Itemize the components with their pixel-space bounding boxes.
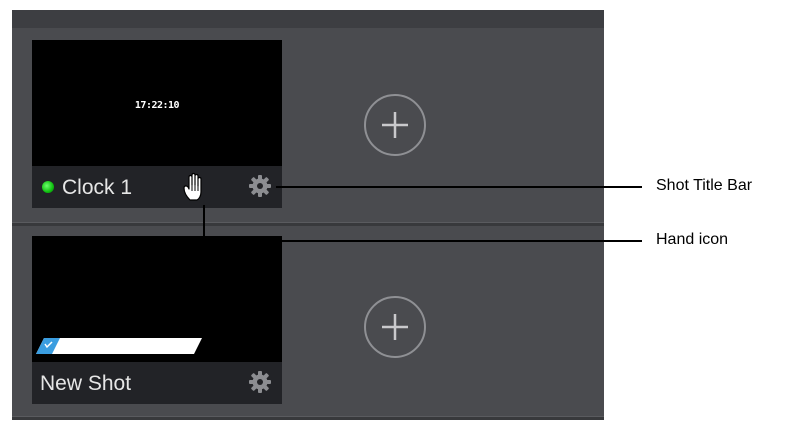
- add-shot-button[interactable]: [364, 94, 426, 156]
- row-divider: [12, 416, 604, 420]
- gear-icon[interactable]: [248, 174, 272, 198]
- callout-line-title-bar: [276, 186, 642, 188]
- shot-preview-clock: 17:22:10: [134, 100, 180, 111]
- gear-icon[interactable]: [248, 370, 272, 394]
- tally-indicator-icon: [42, 181, 54, 193]
- plus-icon: [382, 314, 408, 340]
- hand-icon[interactable]: [182, 172, 208, 202]
- shot-title-bar: New Shot: [32, 362, 282, 404]
- panel-top-bar: [12, 10, 604, 28]
- plus-icon: [382, 112, 408, 138]
- shot-panel: 17:22:10 Clock 1 New Shot: [12, 10, 604, 420]
- shot-tile-new[interactable]: New Shot: [32, 236, 282, 404]
- callout-hand-icon: Hand icon: [656, 231, 729, 248]
- shot-title-label: New Shot: [40, 372, 132, 395]
- add-shot-button[interactable]: [364, 296, 426, 358]
- shot-progress-bar: [36, 338, 202, 354]
- callout-title-bar: Shot Title Bar: [656, 177, 753, 194]
- row-divider: [12, 222, 604, 226]
- shot-title-bar: Clock 1: [32, 166, 282, 208]
- shot-title-label: Clock 1: [62, 176, 133, 199]
- callout-line-hand: [203, 240, 642, 242]
- callout-line-hand-vertical: [203, 205, 205, 241]
- shot-tile-clock[interactable]: 17:22:10 Clock 1: [32, 40, 282, 208]
